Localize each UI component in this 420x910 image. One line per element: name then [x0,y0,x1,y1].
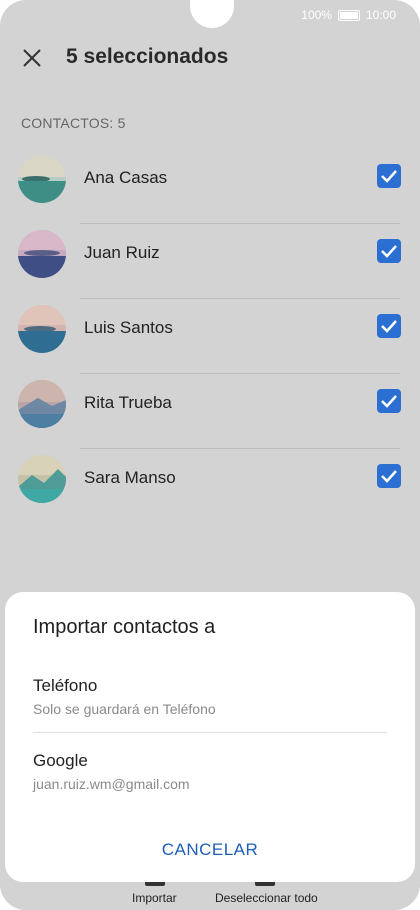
contact-name: Ana Casas [84,168,168,187]
checkbox[interactable] [377,164,401,188]
status-bar: 100% 10:00 [301,8,396,22]
screen: 100% 10:00 5 seleccionados CONTACTOS: 5 … [0,0,420,910]
checkmark-icon [381,245,397,258]
dialog-title: Importar contactos a [33,616,216,638]
import-button[interactable]: Importar [132,891,177,905]
avatar [18,380,66,428]
list-item[interactable]: Sara Manso [0,450,420,525]
divider [80,298,400,299]
checkmark-icon [381,470,397,483]
option-subtitle: Solo se guardará en Teléfono [33,701,216,717]
app-header: 5 seleccionados [0,30,420,86]
checkbox[interactable] [377,314,401,338]
option-title: Teléfono [33,676,98,695]
option-google[interactable]: Google juan.ruiz.wm@gmail.com [33,751,387,821]
battery-icon [337,9,360,21]
list-item[interactable]: Juan Ruiz [0,225,420,300]
page-title: 5 seleccionados [66,45,229,68]
option-title: Google [33,751,88,770]
close-icon[interactable] [20,46,44,70]
import-dialog: Importar contactos a Teléfono Solo se gu… [5,592,415,882]
divider [33,732,387,733]
checkbox[interactable] [377,464,401,488]
list-item[interactable]: Luis Santos [0,300,420,375]
option-subtitle: juan.ruiz.wm@gmail.com [33,776,190,792]
battery-percent: 100% [301,8,332,22]
checkbox[interactable] [377,389,401,413]
list-item[interactable]: Rita Trueba [0,375,420,450]
contact-name: Rita Trueba [84,393,172,412]
avatar [18,230,66,278]
clock: 10:00 [365,8,396,22]
section-header: CONTACTOS: 5 [21,115,126,131]
contact-name: Luis Santos [84,318,173,337]
avatar [18,455,66,503]
checkbox[interactable] [377,239,401,263]
checkmark-icon [381,170,397,183]
contact-name: Sara Manso [84,468,176,487]
divider [80,448,400,449]
list-item[interactable]: Ana Casas [0,150,420,225]
cancel-button[interactable]: CANCELAR [5,840,415,860]
avatar [18,305,66,353]
camera-notch [190,0,234,28]
checkmark-icon [381,395,397,408]
checkmark-icon [381,320,397,333]
divider [80,223,400,224]
option-phone[interactable]: Teléfono Solo se guardará en Teléfono [33,676,387,746]
avatar [18,155,66,203]
contact-name: Juan Ruiz [84,243,160,262]
deselect-all-button[interactable]: Deseleccionar todo [215,891,318,905]
divider [80,373,400,374]
